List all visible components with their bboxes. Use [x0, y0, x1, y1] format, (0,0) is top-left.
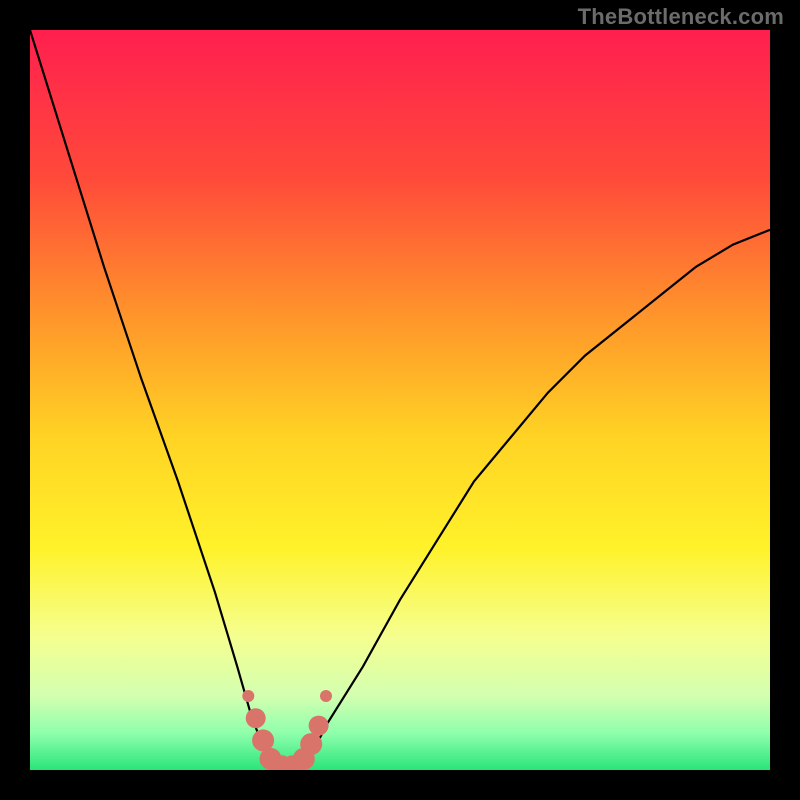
trough-marker — [242, 690, 254, 702]
trough-marker — [300, 733, 322, 755]
watermark-text: TheBottleneck.com — [578, 4, 784, 30]
trough-marker — [246, 708, 266, 728]
trough-marker — [320, 690, 332, 702]
heat-background — [30, 30, 770, 770]
bottleneck-chart — [30, 30, 770, 770]
chart-frame: TheBottleneck.com — [0, 0, 800, 800]
trough-marker — [309, 716, 329, 736]
